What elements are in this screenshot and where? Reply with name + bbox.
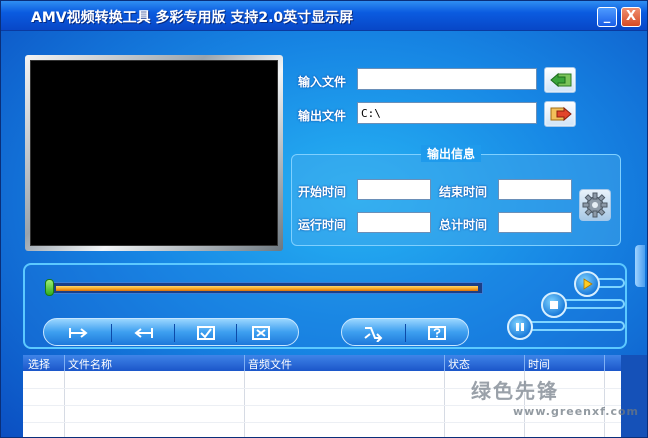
output-info-title: 输出信息 [421,145,482,162]
check-icon [197,326,215,340]
pause-rail [531,321,625,331]
progress-thumb[interactable] [45,279,54,296]
run-time-label: 运行时间 [298,218,347,232]
side-expand-tab[interactable] [635,245,645,287]
header-divider [64,355,65,371]
header-divider [524,355,525,371]
start-time-field[interactable] [357,179,431,200]
title-bar[interactable]: AMV视频转换工具 多彩专用版 支持2.0英寸显示屏 _ X [1,1,647,31]
set-end-icon [134,328,153,338]
stop-rail [565,299,625,309]
progress-track[interactable] [47,282,483,294]
column-header-audio[interactable]: 音频文件 [248,356,292,372]
output-file-field[interactable] [357,102,537,124]
header-divider [444,355,445,371]
browse-output-button[interactable] [544,101,576,127]
stop-icon [550,301,558,309]
action-button-group [341,318,469,346]
pause-icon [516,323,524,331]
column-header-time[interactable]: 时间 [528,356,550,372]
x-box-icon [252,326,270,340]
row-divider [23,422,621,423]
set-start-icon [69,328,88,338]
start-time-label: 开始时间 [298,185,347,199]
run-time-field[interactable] [357,212,431,233]
input-file-label: 输入文件 [298,75,347,89]
minimize-button[interactable]: _ [597,7,617,27]
play-rail [599,278,625,288]
total-time-field[interactable] [498,212,572,233]
header-divider [604,355,605,371]
edit-button-group [43,318,299,346]
gear-icon [582,192,608,218]
convert-icon [364,327,383,342]
pause-button[interactable] [507,314,533,340]
settings-button[interactable] [579,189,611,221]
input-file-field[interactable] [357,68,537,90]
stop-button[interactable] [541,292,567,318]
column-header-status[interactable]: 状态 [448,356,470,372]
set-end-button[interactable] [112,320,174,346]
play-icon [583,278,593,290]
browse-input-button[interactable] [544,67,576,93]
check-all-button[interactable] [175,320,237,346]
play-button[interactable] [574,271,600,297]
window-title: AMV视频转换工具 多彩专用版 支持2.0英寸显示屏 [31,10,354,26]
uncheck-button[interactable] [230,320,292,346]
help-button[interactable] [406,320,468,346]
watermark-logo: 绿色先锋 [471,379,559,403]
column-header-select[interactable]: 选择 [28,356,50,372]
video-preview [25,55,283,251]
folder-arrow-in-icon [550,72,572,88]
progress-fill [56,286,478,291]
help-icon [428,326,446,340]
preview-screen [30,60,278,246]
watermark-url: www.greenxf.com [513,405,640,418]
column-header-filename[interactable]: 文件名称 [68,356,112,372]
total-time-label: 总计时间 [439,218,488,232]
output-file-label: 输出文件 [298,109,347,123]
close-button[interactable]: X [621,7,641,27]
folder-arrow-out-icon [550,106,572,122]
header-divider [244,355,245,371]
app-window: AMV视频转换工具 多彩专用版 支持2.0英寸显示屏 _ X 输入文件 输出文件… [0,0,648,438]
set-start-button[interactable] [48,320,110,346]
convert-button[interactable] [342,320,404,346]
table-side-strip [621,355,647,437]
end-time-field[interactable] [498,179,572,200]
table-header: 选择 文件名称 音频文件 状态 时间 [23,355,621,371]
end-time-label: 结束时间 [439,185,488,199]
